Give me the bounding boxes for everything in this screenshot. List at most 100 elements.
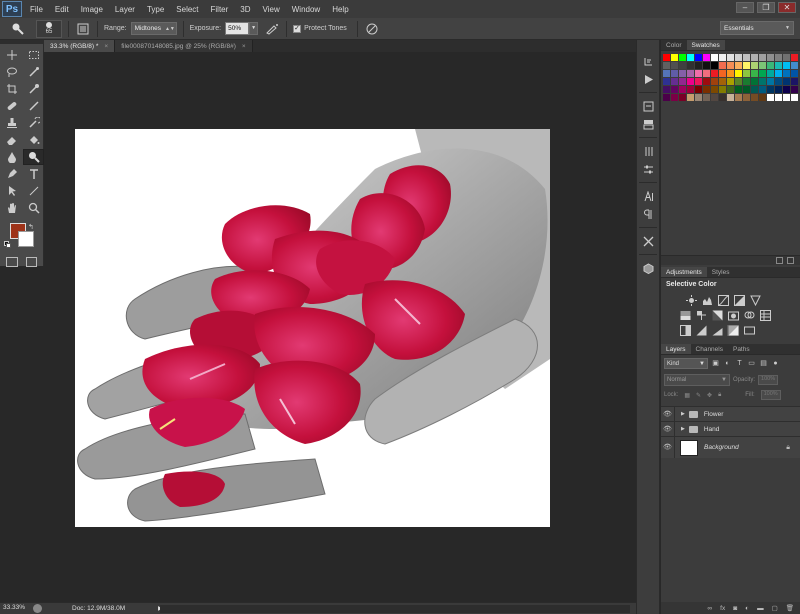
channel-mixer-icon[interactable] bbox=[743, 310, 755, 321]
menu-help[interactable]: Help bbox=[332, 5, 348, 14]
fill-field[interactable]: 100% bbox=[760, 390, 781, 400]
tab-adjustments[interactable]: Adjustments bbox=[661, 267, 707, 277]
menu-layer[interactable]: Layer bbox=[115, 5, 135, 14]
color-swatch[interactable] bbox=[775, 86, 782, 93]
color-swatch[interactable] bbox=[767, 94, 774, 101]
color-swatch[interactable] bbox=[695, 94, 702, 101]
visibility-eye-icon[interactable]: 👁︎ bbox=[661, 407, 675, 421]
color-swatch[interactable] bbox=[679, 78, 686, 85]
layer-comps-button[interactable] bbox=[637, 115, 659, 133]
color-swatch[interactable] bbox=[711, 54, 718, 61]
color-swatch[interactable] bbox=[687, 70, 694, 77]
color-swatch[interactable] bbox=[687, 54, 694, 61]
filter-shape-icon[interactable]: ▭ bbox=[747, 359, 756, 368]
color-swatch[interactable] bbox=[735, 86, 742, 93]
pressure-button[interactable] bbox=[364, 21, 380, 37]
curves-icon[interactable] bbox=[717, 295, 729, 306]
info-panel-button[interactable] bbox=[637, 97, 659, 115]
exposure-icon[interactable] bbox=[733, 295, 745, 306]
maximize-button[interactable]: ❐ bbox=[757, 2, 775, 13]
tool-preset-picker[interactable] bbox=[6, 20, 30, 38]
expand-arrow-icon[interactable]: ▶ bbox=[681, 426, 685, 432]
color-swatch[interactable] bbox=[719, 78, 726, 85]
color-swatch[interactable] bbox=[767, 62, 774, 69]
color-swatch[interactable] bbox=[719, 70, 726, 77]
quick-select-tool[interactable] bbox=[23, 64, 44, 80]
menu-edit[interactable]: Edit bbox=[55, 5, 69, 14]
color-swatch[interactable] bbox=[727, 78, 734, 85]
tab-paths[interactable]: Paths bbox=[728, 344, 755, 354]
eraser-tool[interactable] bbox=[1, 132, 22, 148]
vibrance-icon[interactable] bbox=[749, 295, 761, 306]
color-swatch[interactable] bbox=[775, 78, 782, 85]
color-swatch[interactable] bbox=[679, 70, 686, 77]
color-balance-icon[interactable] bbox=[695, 310, 707, 321]
exposure-slider-button[interactable]: ▼ bbox=[249, 22, 259, 35]
color-swatch[interactable] bbox=[671, 62, 678, 69]
color-swatch[interactable] bbox=[703, 86, 710, 93]
dodge-tool[interactable] bbox=[23, 149, 44, 165]
color-swatch[interactable] bbox=[743, 94, 750, 101]
color-swatch[interactable] bbox=[727, 54, 734, 61]
tab-layers[interactable]: Layers bbox=[661, 344, 691, 354]
color-swatch[interactable] bbox=[775, 54, 782, 61]
delete-layer-icon[interactable]: 🗑︎ bbox=[786, 604, 794, 612]
exposure-input[interactable]: 50% bbox=[225, 22, 250, 35]
color-swatch[interactable] bbox=[703, 78, 710, 85]
color-swatch[interactable] bbox=[751, 70, 758, 77]
default-colors-icon[interactable] bbox=[4, 241, 11, 248]
color-swatch[interactable] bbox=[727, 86, 734, 93]
close-button[interactable]: ✕ bbox=[778, 2, 796, 13]
3d-panel-button[interactable] bbox=[637, 259, 659, 277]
color-swatch[interactable] bbox=[719, 86, 726, 93]
lock-image-icon[interactable]: ✎ bbox=[696, 392, 701, 399]
color-swatch[interactable] bbox=[711, 86, 718, 93]
opacity-field[interactable]: 100% bbox=[758, 375, 779, 385]
menu-view[interactable]: View bbox=[263, 5, 280, 14]
color-swatch[interactable] bbox=[671, 78, 678, 85]
marquee-tool[interactable] bbox=[23, 47, 44, 63]
lock-transparent-icon[interactable]: ▦ bbox=[684, 392, 690, 399]
color-swatch[interactable] bbox=[783, 78, 790, 85]
color-swatch[interactable] bbox=[783, 86, 790, 93]
color-swatch[interactable] bbox=[751, 86, 758, 93]
bucket-tool[interactable] bbox=[23, 132, 44, 148]
color-swatch[interactable] bbox=[743, 78, 750, 85]
history-panel-button[interactable] bbox=[637, 52, 659, 70]
color-swatch[interactable] bbox=[743, 70, 750, 77]
color-swatch[interactable] bbox=[703, 62, 710, 69]
stamp-tool[interactable] bbox=[1, 115, 22, 131]
color-swatch[interactable] bbox=[783, 70, 790, 77]
color-swatch[interactable] bbox=[759, 78, 766, 85]
document-tab[interactable]: file000870148085.jpg @ 25% (RGB/8#) × bbox=[115, 40, 253, 52]
blend-mode-select[interactable]: Normal ▼ bbox=[664, 374, 730, 386]
layer-row[interactable]: 👁︎ ▶ Flower bbox=[661, 406, 800, 421]
color-swatch[interactable] bbox=[775, 94, 782, 101]
zoom-field[interactable]: 33.33% bbox=[3, 604, 31, 614]
color-swatch[interactable] bbox=[663, 94, 670, 101]
color-swatch[interactable] bbox=[695, 86, 702, 93]
color-swatch[interactable] bbox=[727, 62, 734, 69]
color-swatch[interactable] bbox=[703, 70, 710, 77]
color-swatch[interactable] bbox=[791, 78, 798, 85]
color-swatch[interactable] bbox=[687, 78, 694, 85]
brush-presets-button[interactable] bbox=[637, 142, 659, 160]
color-swatch[interactable] bbox=[719, 62, 726, 69]
visibility-eye-icon[interactable]: 👁︎ bbox=[661, 422, 675, 436]
color-swatch[interactable] bbox=[727, 94, 734, 101]
new-adjustment-icon[interactable]: ◐ bbox=[745, 605, 749, 612]
threshold-icon[interactable] bbox=[711, 325, 723, 336]
layer-style-icon[interactable]: fx bbox=[720, 605, 725, 612]
color-swatch[interactable] bbox=[783, 54, 790, 61]
brush-panel-button[interactable] bbox=[75, 21, 91, 37]
color-swatch[interactable] bbox=[719, 94, 726, 101]
layer-mask-icon[interactable]: ◙ bbox=[733, 605, 737, 612]
visibility-eye-icon[interactable]: 👁︎ bbox=[661, 437, 675, 458]
color-swatch[interactable] bbox=[671, 86, 678, 93]
hand-tool[interactable] bbox=[1, 200, 22, 216]
airbrush-button[interactable] bbox=[264, 21, 280, 37]
filter-smart-object-icon[interactable]: ▤ bbox=[759, 359, 768, 368]
color-swatch[interactable] bbox=[687, 62, 694, 69]
canvas-area[interactable] bbox=[45, 52, 636, 602]
brightness-icon[interactable] bbox=[685, 295, 697, 306]
